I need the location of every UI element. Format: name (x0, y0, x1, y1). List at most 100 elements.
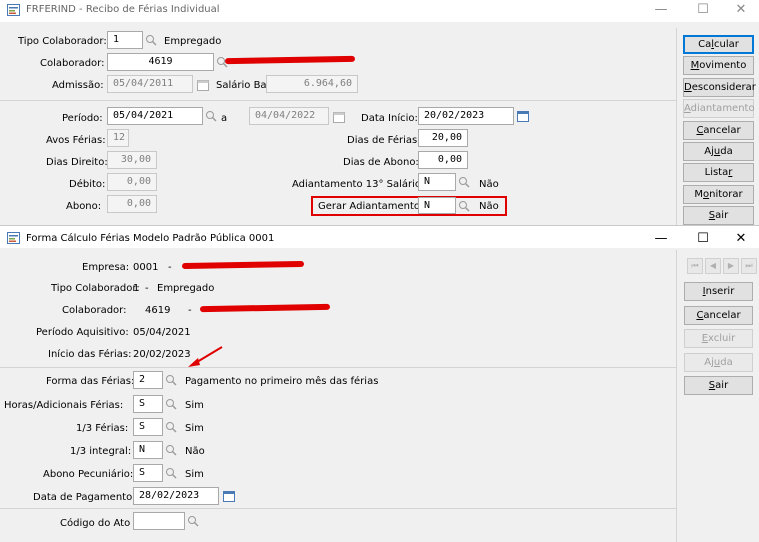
search-icon[interactable] (163, 395, 179, 413)
section-divider (0, 100, 676, 101)
codigo-ato-label: Código do Ato (60, 518, 131, 529)
search-icon[interactable] (456, 173, 472, 191)
sair-button[interactable]: Sair (683, 206, 754, 226)
avos-ferias-input: 12 (107, 129, 129, 147)
calendar-icon (197, 80, 209, 91)
inicio-ferias-value: 20/02/2023 (133, 349, 191, 360)
buttons-divider (676, 28, 677, 228)
minimize-button[interactable]: — (646, 231, 676, 249)
app-icon (7, 4, 20, 16)
search-icon[interactable] (163, 418, 179, 436)
window-title: Forma Cálculo Férias Modelo Padrão Públi… (26, 233, 275, 244)
tipo-colaborador-label: Tipo Colaborador: (51, 283, 140, 294)
app-icon (7, 232, 20, 244)
horas-adicionais-label: Horas/Adicionais Férias: (4, 400, 124, 411)
cancelar-button[interactable]: Cancelar (684, 305, 753, 325)
terco-integral-desc: Não (185, 446, 205, 457)
admissao-input: 05/04/2011 (107, 75, 193, 93)
monitorar-button[interactable]: Monitorar (683, 184, 754, 204)
data-pagamento-label: Data de Pagamento: (33, 492, 136, 503)
data-pagamento-input[interactable]: 28/02/2023 (133, 487, 219, 505)
forma-ferias-label: Forma das Férias: (46, 376, 135, 387)
colaborador-input[interactable]: 4619 (107, 53, 214, 71)
first-record-icon: ⏮ (687, 258, 703, 274)
dias-abono-input[interactable]: 0,00 (418, 151, 468, 169)
desconsiderar-button[interactable]: Desconsiderar (683, 77, 756, 97)
adiantamento-13-input[interactable]: N (418, 173, 456, 191)
terco-ferias-desc: Sim (185, 423, 204, 434)
ajuda-button[interactable]: Ajuda (683, 142, 754, 161)
gerar-adiantamento-label: Gerar Adiantamento: (318, 201, 424, 212)
inserir-button[interactable]: Inserir (684, 282, 753, 301)
calendar-icon[interactable] (222, 489, 236, 503)
window-titlebar: Forma Cálculo Férias Modelo Padrão Públi… (0, 226, 759, 248)
search-icon[interactable] (163, 464, 179, 482)
terco-ferias-label: 1/3 Férias: (76, 423, 129, 434)
tipo-colaborador-dash: - (145, 283, 149, 294)
buttons-divider (676, 250, 677, 542)
colaborador-value: 4619 (145, 305, 171, 316)
avos-ferias-label: Avos Férias: (46, 135, 106, 146)
maximize-button[interactable]: ☐ (688, 231, 718, 249)
tipo-colaborador-input[interactable]: 1 (107, 31, 143, 49)
salario-base-input: 6.964,60 (266, 75, 358, 93)
listar-button[interactable]: Listar (683, 163, 754, 183)
periodo-fim-input: 04/04/2022 (249, 107, 329, 125)
tipo-colaborador-label: Tipo Colaborador: (18, 36, 107, 47)
cancelar-button[interactable]: Cancelar (683, 120, 754, 140)
search-icon[interactable] (456, 197, 472, 215)
periodo-aquisitivo-label: Período Aquisitivo: (36, 327, 129, 338)
adiantamento-button: Adiantamento (683, 99, 755, 119)
close-button[interactable]: ✕ (726, 2, 756, 20)
periodo-inicio-input[interactable]: 05/04/2021 (107, 107, 203, 125)
abono-pecuniario-label: Abono Pecuniário: (43, 469, 134, 480)
forma-ferias-input[interactable]: 2 (133, 371, 163, 389)
forma-ferias-desc: Pagamento no primeiro mês das férias (185, 376, 379, 387)
calendar-icon (333, 112, 345, 123)
next-record-icon: ▶ (723, 258, 739, 274)
dias-direito-label: Dias Direito: (46, 157, 108, 168)
minimize-button[interactable]: — (646, 2, 676, 20)
search-icon[interactable] (185, 512, 201, 530)
debito-input: 0,00 (107, 173, 157, 191)
inicio-ferias-label: Início das Férias: (48, 349, 132, 360)
search-icon[interactable] (163, 371, 179, 389)
close-button[interactable]: ✕ (726, 231, 756, 249)
terco-ferias-input[interactable]: S (133, 418, 163, 436)
periodo-a-label: a (221, 113, 228, 124)
colaborador-dash: - (188, 305, 192, 316)
abono-pecuniario-input[interactable]: S (133, 464, 163, 482)
sair-button[interactable]: Sair (684, 376, 753, 395)
tipo-colaborador-desc: Empregado (164, 36, 222, 47)
gerar-adiantamento-input[interactable]: N (418, 197, 456, 214)
periodo-aquisitivo-value: 05/04/2021 (133, 327, 191, 338)
abono-pecuniario-desc: Sim (185, 469, 204, 480)
colaborador-label: Colaborador: (62, 305, 127, 316)
horas-adicionais-input[interactable]: S (133, 395, 163, 413)
tipo-colaborador-value: 1 (133, 283, 140, 294)
search-icon[interactable] (143, 31, 159, 49)
dias-ferias-input[interactable]: 20,00 (418, 129, 468, 147)
data-inicio-input[interactable]: 20/02/2023 (418, 107, 514, 125)
terco-integral-label: 1/3 integral: (70, 446, 132, 457)
calendar-icon[interactable] (516, 109, 530, 123)
gerar-adiantamento-desc: Não (479, 201, 499, 212)
calcular-button[interactable]: Calcular (683, 35, 754, 54)
dias-abono-label: Dias de Abono: (343, 157, 419, 168)
arrow-annotation (188, 346, 223, 367)
search-icon[interactable] (163, 441, 179, 459)
prev-record-icon: ◀ (705, 258, 721, 274)
terco-integral-input[interactable]: N (133, 441, 163, 459)
section-divider (0, 367, 676, 368)
search-icon[interactable] (203, 107, 219, 125)
dias-ferias-label: Dias de Férias: (347, 135, 421, 146)
excluir-button: Excluir (684, 329, 753, 348)
horas-adicionais-desc: Sim (185, 400, 204, 411)
abono-label: Abono: (66, 201, 102, 212)
codigo-ato-input[interactable] (133, 512, 185, 530)
abono-input: 0,00 (107, 195, 157, 213)
recibo-ferias-window: FRFERIND - Recibo de Férias Individual —… (0, 0, 759, 230)
section-divider (0, 508, 676, 509)
movimento-button[interactable]: Movimento (683, 56, 754, 76)
maximize-button[interactable]: ☐ (688, 2, 718, 20)
